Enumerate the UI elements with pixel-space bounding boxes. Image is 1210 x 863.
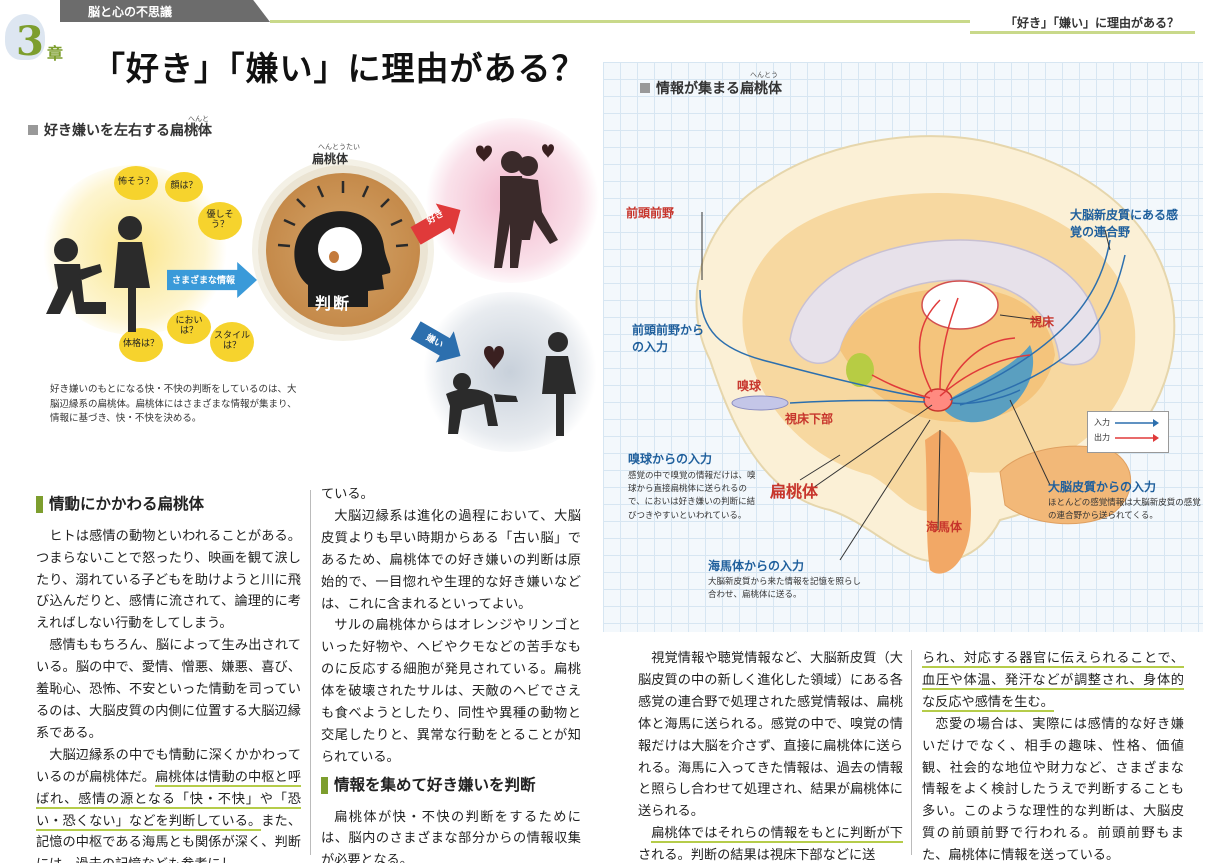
running-title: 「好き」「嫌い」に理由がある？ [970, 6, 1195, 34]
chapter-suffix: 章 [47, 44, 64, 63]
text-run: 判断の結果は視床下部などに送 [690, 848, 876, 863]
label-thalamus: 視床 [1030, 315, 1055, 329]
article-column-3: 視覚情報や聴覚情報など、大脳新皮質（大脳皮質の中の新しく進化した領域）にある各感… [638, 648, 903, 863]
olfactory-input-title: 嗅球からの入力 [628, 452, 713, 466]
judgment-label: 判断 [315, 294, 352, 313]
paragraph: 恋愛の場合は、実際には感情的な好き嫌いだけでなく、相手の趣味、性格、価値観、社会… [922, 716, 1184, 863]
heading-bar [36, 496, 43, 514]
diagram-legend: 入力 出力 [1087, 411, 1169, 453]
input-arrow-icon [1115, 418, 1159, 427]
article-column-4: られ、対応する器官に伝えられることで、血圧や体温、発汗などが調整され、身体的な反… [922, 648, 1184, 863]
left-figure-title-text: 好き嫌いを左右する扁桃体 [44, 123, 212, 139]
section-heading-2-text: 情報を集めて好き嫌いを判断 [334, 775, 536, 794]
square-bullet-icon [28, 125, 38, 135]
bubble-smell: においは？ [167, 310, 211, 344]
paragraph: られ、対応する器官に伝えられることで、血圧や体温、発汗などが調整され、身体的な反… [922, 648, 1184, 714]
section-heading-1: 情動にかかわる扁桃体 [36, 492, 301, 518]
square-bullet-icon [640, 83, 650, 93]
paragraph: 扁桃体が快・不快の判断をするためには、脳内のさまざまな部分からの情報収集が必要と… [321, 809, 581, 863]
label-prefrontal: 前頭前野 [626, 206, 675, 220]
olfactory-input-note: 感覚の中で嗅覚の情報だけは、嗅球から直接扁桃体に送られるので、においは好き嫌いの… [628, 471, 756, 521]
right-figure-title: へんとうたい 情報が集まる扁桃体 [640, 71, 782, 98]
header-rule [270, 20, 970, 23]
bubble-kind: 優しそう？ [198, 202, 242, 240]
cortex-input-note: ほとんどの感覚情報は大脳新皮質の感覚の連合野から送られてくる。 [1048, 498, 1201, 522]
hippocampus-input-title: 海馬体からの入力 [708, 559, 805, 573]
legend-input-label: 入力 [1094, 418, 1110, 427]
thalamus-shape [921, 280, 999, 330]
page-title: 「好き」「嫌い」に理由がある？ [92, 49, 586, 88]
left-figure-caption: 好き嫌いのもとになる快・不快の判断をしているのは、大脳辺縁系の扁桃体。扁桃体には… [50, 384, 297, 425]
label-hippocampus: 海馬体 [926, 520, 963, 534]
hippocampus-input-note: 大脳新皮質から来た情報を記憶を照らし合わせ、扁桃体に送る。 [708, 577, 862, 601]
paragraph: 扁桃体ではそれらの情報をもとに判断が下される。判断の結果は視床下部などに送 [638, 823, 903, 863]
left-figure-ruby: へんとうたい [188, 115, 209, 133]
label-amygdala: 扁桃体 [770, 482, 819, 501]
olfactory-bulb-shape [731, 395, 789, 411]
paragraph: 視覚情報や聴覚情報など、大脳新皮質（大脳皮質の中の新しく進化した領域）にある各感… [638, 651, 903, 820]
bubble-scary: 怖そう？ [114, 166, 158, 200]
output-arrow-icon [1115, 433, 1159, 442]
paragraph: 感情ももちろん、脳によって生み出されている。脳の中で、愛情、憎悪、嫌悪、喜び、羞… [36, 638, 301, 741]
article-column-1: 情動にかかわる扁桃体 ヒトは感情の動物といわれることがある。つまらないことで怒っ… [36, 488, 302, 863]
rejection-scene-icon [446, 332, 576, 436]
paragraph: ている。 [321, 487, 374, 502]
label-olfactory-bulb: 嗅球 [737, 379, 762, 393]
label-prefrontal-input: 前頭前野からの入力 [632, 323, 705, 354]
bubble-style: スタイルは？ [210, 322, 254, 362]
column-divider [310, 490, 311, 855]
highlighted-text: られ、対応する器官に伝えられることで、血圧や体温、発汗などが調整され、身体的な反… [922, 651, 1184, 712]
brain-diagram [695, 135, 1176, 574]
left-figure-title: へんとうたい 好き嫌いを左右する扁桃体 [28, 115, 212, 140]
article-column-2: ている。 大脳辺縁系は進化の過程において、大脳皮質よりも早い時期からある「古い脳… [321, 484, 581, 863]
label-hypothalamus: 視床下部 [785, 412, 834, 426]
chapter-number: 3 [16, 18, 44, 65]
amygdala-label: 扁桃体 [312, 152, 349, 166]
info-arrow-label: さまざまな情報 [172, 276, 236, 286]
bubble-face: 顔は？ [165, 172, 203, 202]
proposal-couple-icon [46, 216, 150, 332]
paragraph: 大脳辺縁系は進化の過程において、大脳皮質よりも早い時期からある「古い脳」であるた… [321, 508, 581, 612]
column-divider [911, 650, 912, 855]
right-figure-ruby: へんとうたい [750, 71, 778, 89]
legend-output-label: 出力 [1094, 433, 1110, 442]
series-title: 脳と心の不思議 [88, 5, 173, 19]
paragraph: 大脳辺縁系の中でも情動に深くかかわっているのが扁桃体だ。扁桃体は情動の中枢と呼ば… [36, 745, 302, 863]
label-association-cortex: 大脳新皮質にある感覚の連合野 [1070, 208, 1179, 239]
cortex-input-title: 大脳皮質からの入力 [1048, 480, 1157, 494]
section-heading-1-text: 情動にかかわる扁桃体 [49, 495, 205, 513]
hugging-couple-icon [476, 144, 558, 268]
heading-bar [321, 777, 328, 795]
paragraph: サルの扁桃体からはオレンジやリンゴといった好物や、ヘビやクモなどの苦手なものに反… [321, 618, 581, 765]
section-heading-2: 情報を集めて好き嫌いを判断 [321, 773, 581, 799]
paragraph: ヒトは感情の動物といわれることがある。つまらないことで怒ったり、映画を観て涙した… [36, 528, 301, 632]
